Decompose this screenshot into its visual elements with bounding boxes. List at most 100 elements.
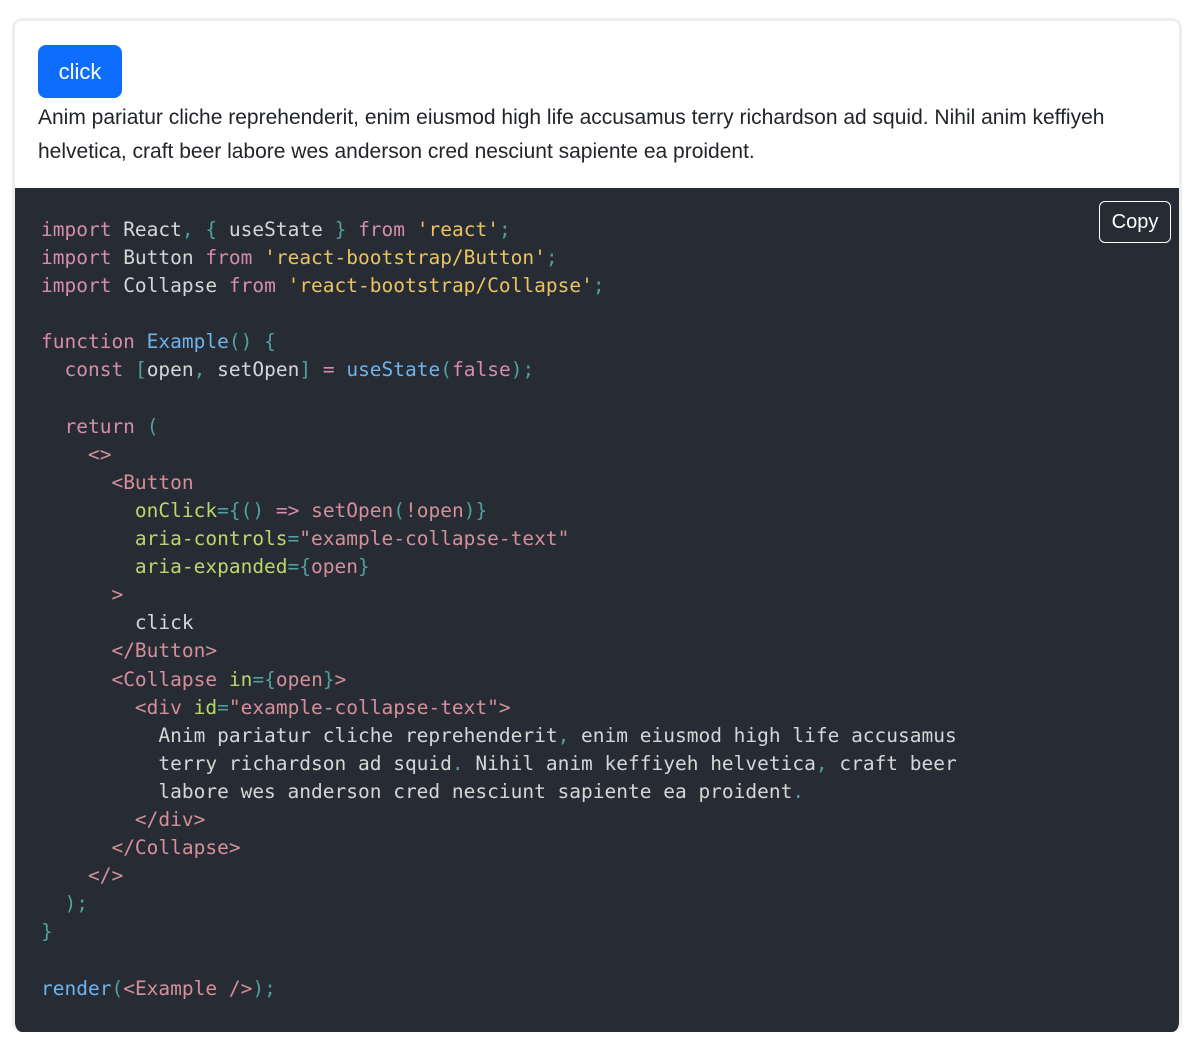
code-token: "example-collapse-text"	[228, 695, 499, 719]
code-token: ,	[557, 723, 570, 747]
code-line: <Collapse in={open}>	[41, 666, 957, 694]
code-token: 'react-bootstrap/Collapse'	[287, 274, 593, 298]
code-token: enim eiusmod high life accusamus	[569, 723, 957, 747]
code-token: in	[228, 667, 253, 691]
code-token: setOpen	[311, 498, 394, 522]
code-token: render	[41, 976, 112, 1000]
code-token: useState	[346, 358, 441, 382]
code-line: terry richardson ad squid. Nihil anim ke…	[41, 750, 957, 778]
code-token: );	[64, 892, 88, 916]
code-token: Nihil anim keffiyeh helvetica	[463, 751, 816, 775]
code-token: </>	[87, 864, 124, 888]
code-token: Example	[146, 330, 229, 354]
code-token: =	[287, 555, 300, 579]
code-token: {	[264, 330, 276, 354]
code-token: }	[475, 498, 488, 522]
code-token: 'react'	[416, 218, 499, 241]
code-token: =>	[275, 498, 300, 522]
code-token: ()	[240, 498, 265, 522]
code-token: }	[41, 920, 53, 944]
code-line: import Collapse from 'react-bootstrap/Co…	[41, 272, 957, 300]
code-token: aria-expanded	[134, 555, 288, 579]
code-token: ]	[299, 358, 312, 382]
code-token: React	[111, 218, 182, 241]
code-token: );	[252, 976, 276, 1000]
code-token: !open	[405, 498, 464, 522]
code-line: </Collapse>	[41, 834, 957, 862]
code-token: </Button>	[111, 639, 218, 663]
code-token: }	[334, 218, 347, 241]
code-token: false	[452, 358, 511, 382]
code-line: <>	[41, 441, 957, 469]
code-line: </Button>	[41, 637, 957, 665]
code-token: }	[358, 555, 370, 579]
code-token: </div>	[134, 807, 206, 831]
code-token: const	[64, 358, 124, 382]
code-token: aria-controls	[134, 527, 288, 551]
code-token: =	[217, 498, 229, 522]
code-token: </Collapse>	[111, 836, 241, 860]
code-token: (	[111, 976, 124, 1000]
code-token: <Example />	[123, 976, 253, 1000]
code-line: onClick={() => setOpen(!open)}	[41, 497, 957, 525]
code-token: {	[228, 498, 241, 522]
code-token: <Collapse	[111, 667, 218, 691]
code-token: )	[463, 498, 476, 522]
code-token: .	[792, 779, 805, 803]
code-line: import Button from 'react-bootstrap/Butt…	[41, 244, 957, 272]
collapse-text: Anim pariatur cliche reprehenderit, enim…	[38, 106, 1105, 163]
code-token: [	[134, 358, 147, 382]
code-token: .	[451, 751, 464, 775]
code-token: <>	[87, 442, 112, 466]
click-button[interactable]: click	[38, 45, 122, 98]
code-line: }	[41, 918, 957, 946]
code-line: const [open, setOpen] = useState(false);	[41, 356, 957, 384]
code-token: import	[41, 218, 112, 241]
code-token: onClick	[134, 498, 218, 522]
code-token: open	[311, 555, 359, 579]
code-token: click	[41, 611, 194, 635]
code-token: =	[252, 667, 265, 691]
code-token: craft beer	[827, 751, 957, 775]
code-block: Copy import React, { useState } from 're…	[15, 188, 1179, 1032]
code-token: id	[193, 695, 218, 719]
code-token: =	[322, 358, 335, 382]
code-line: import React, { useState } from 'react';	[41, 216, 957, 244]
code-token: ;	[498, 218, 511, 241]
code-token: {	[205, 218, 218, 241]
code-listing: import React, { useState } from 'react';…	[41, 216, 957, 1003]
code-token: open	[146, 358, 194, 382]
code-token: ,	[815, 751, 828, 775]
code-line: >	[41, 581, 957, 609]
code-token: }	[322, 667, 335, 691]
code-line: function Example() {	[41, 328, 957, 356]
example-card: click Anim pariatur cliche reprehenderit…	[12, 18, 1182, 1032]
code-token: <Button	[111, 470, 194, 494]
code-token: >	[334, 667, 347, 691]
copy-button[interactable]: Copy	[1099, 201, 1171, 243]
code-token: Collapse	[111, 274, 229, 298]
code-token: );	[510, 358, 535, 382]
code-line: labore wes anderson cred nesciunt sapien…	[41, 778, 957, 806]
code-token: 'react-bootstrap/Button'	[264, 246, 546, 270]
code-token: Button	[111, 246, 206, 270]
